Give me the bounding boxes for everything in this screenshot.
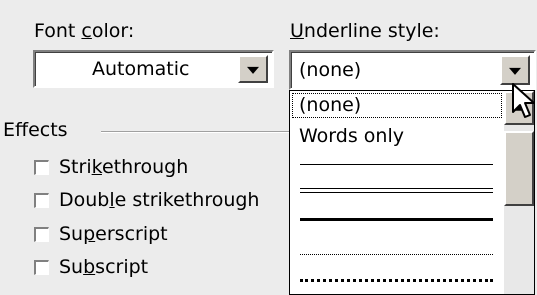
list-item-dotted-line[interactable] [290,236,500,260]
list-item-label: (none) [299,94,362,116]
list-item-double-line[interactable] [290,179,500,203]
underline-style-dropdown-button[interactable] [500,55,530,85]
superscript-checkbox[interactable]: Superscript [34,220,168,248]
checkbox-box[interactable] [34,192,49,208]
chevron-down-icon [247,66,259,74]
strikethrough-label: Strikethrough [59,155,189,178]
list-item-label: Words only [299,125,404,147]
chevron-down-icon [509,67,521,75]
list-item-words-only[interactable]: Words only [290,122,500,152]
font-color-value: Automatic [92,58,190,80]
checkbox-box[interactable] [34,226,49,242]
subscript-label: Subscript [59,255,149,278]
list-item-thick-dotted-line[interactable] [290,263,500,287]
scrollbar-thumb[interactable] [504,131,534,206]
underline-style-combo[interactable]: (none) [289,50,536,90]
font-color-combo[interactable]: Automatic [33,50,274,88]
mouse-pointer-icon [512,83,535,118]
underline-sample-double [300,188,493,189]
underline-style-label: Underline style: [290,20,440,42]
list-item-thick-line[interactable] [290,207,500,231]
underline-sample-thick [300,218,493,221]
double-strikethrough-checkbox[interactable]: Double strikethrough [34,186,259,214]
effects-group-title: Effects [3,119,68,141]
double-strikethrough-label: Double strikethrough [59,188,260,211]
underline-sample-dotted [300,254,493,255]
list-item-none[interactable]: (none) [290,91,502,119]
checkbox-box[interactable] [34,259,49,275]
checkbox-box[interactable] [34,159,49,175]
effects-separator [101,131,291,133]
underline-style-dropdown-list[interactable]: (none) Words only [289,90,535,295]
underline-sample-double [300,192,493,193]
underline-style-value: (none) [299,59,362,81]
font-color-dropdown-button[interactable] [238,55,268,83]
font-color-label: Font color: [34,20,135,42]
underline-sample-single [300,164,493,165]
strikethrough-checkbox[interactable]: Strikethrough [34,153,188,181]
list-item-single-line[interactable] [290,153,500,177]
underline-sample-thick-dotted [300,279,493,282]
superscript-label: Superscript [59,222,168,245]
subscript-checkbox[interactable]: Subscript [34,253,148,281]
